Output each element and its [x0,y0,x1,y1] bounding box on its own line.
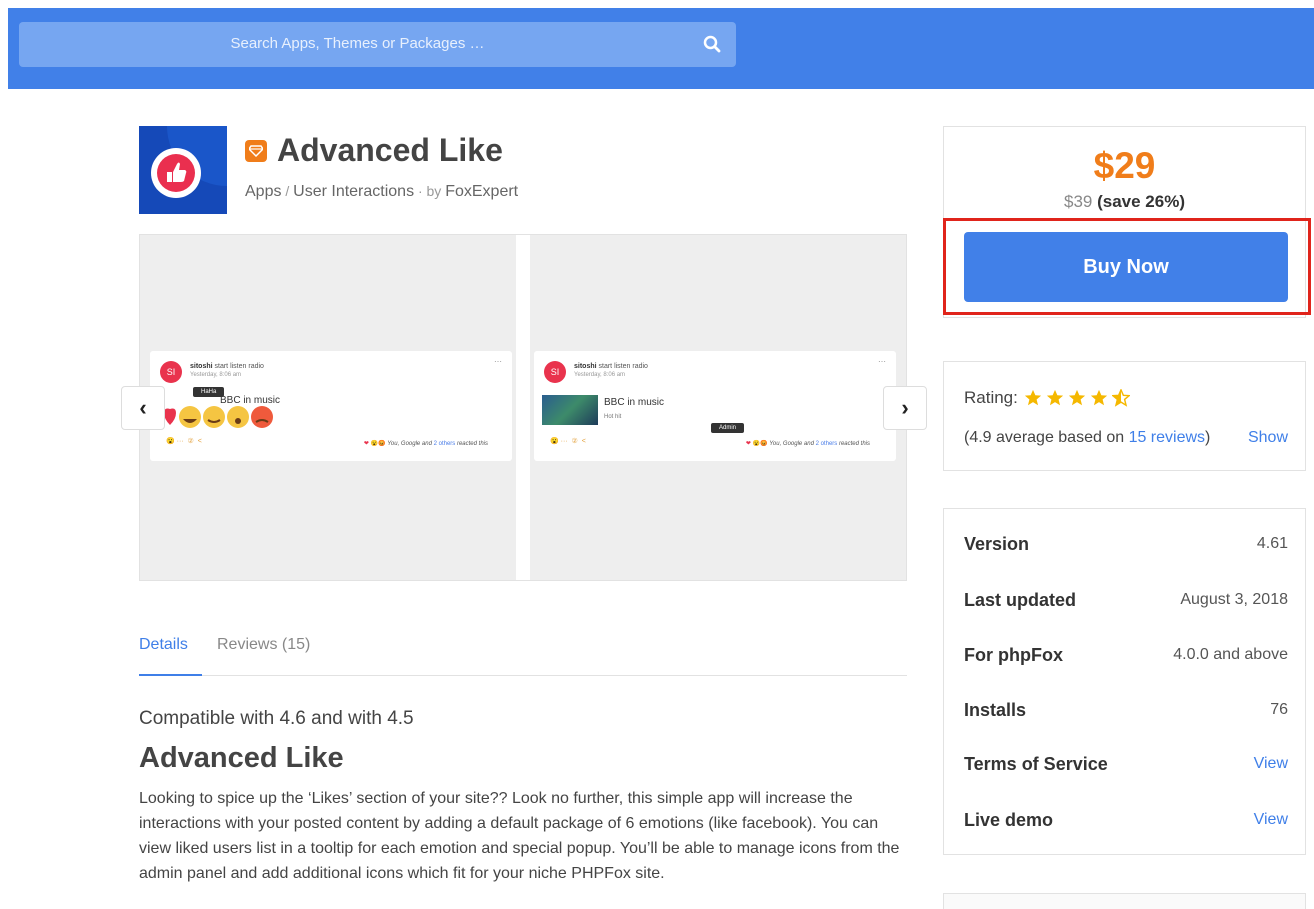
reacted-suffix: reacted this [838,441,870,447]
reacted-text: You, Google and [387,441,432,447]
preview-action: start listen radio [214,363,264,370]
reacted-link: 2 others [433,441,456,447]
info-value: 4.0.0 and above [1173,646,1288,663]
by-label: · by [414,183,446,199]
rating-box: Rating: (4.9 average based on 15 reviews… [943,361,1306,471]
author-link[interactable]: FoxExpert [445,183,518,200]
info-row-installs: Installs 76 [964,695,1288,725]
info-value: August 3, 2018 [1180,591,1288,608]
tab-details[interactable]: Details [139,636,202,676]
detail-tabs: Details Reviews (15) [139,636,907,676]
gallery-divider [516,235,530,580]
star-full-icon [1046,389,1063,406]
tab-reviews[interactable]: Reviews (15) [217,636,310,666]
breadcrumb-separator: / [281,183,294,199]
more-icon: ⋯ [494,357,502,366]
info-value: 76 [1270,701,1288,718]
thumbs-up-icon [139,126,227,214]
terms-view-link[interactable]: View [1254,755,1288,773]
like-action-icon: 😮 ··· ② < [166,438,202,445]
search-input[interactable]: Search Apps, Themes or Packages … [19,22,736,67]
live-demo-view-link[interactable]: View [1254,811,1288,829]
info-row-live-demo: Live demo View [964,805,1288,835]
preview-action: start listen radio [598,363,648,370]
rating-summary-suffix: ) [1205,429,1211,446]
preview-user: sitoshi [574,363,597,370]
info-key: Installs [964,699,1027,720]
info-key: Version [964,533,1030,554]
reacted-text: You, Google and [769,441,814,447]
page-title: Advanced Like [277,132,503,168]
info-row-last-updated: Last updated August 3, 2018 [964,585,1288,615]
top-bar: Search Apps, Themes or Packages … [8,8,1314,89]
info-row-phpfox: For phpFox 4.0.0 and above [964,640,1288,670]
old-price: $39 [1064,192,1093,211]
search-icon[interactable] [702,34,722,54]
info-key: Last updated [964,589,1077,610]
avatar: SI [544,361,566,383]
reaction-tooltip: Admin [711,423,745,433]
like-action-icon: 😮 ··· ② < [550,438,586,445]
show-ratings-link[interactable]: Show [1248,429,1288,447]
search-placeholder: Search Apps, Themes or Packages … [230,35,485,52]
gallery-next-button[interactable]: › [883,386,927,430]
more-icon: ⋯ [878,357,886,366]
star-half-icon [1111,389,1130,407]
rating-summary-prefix: (4.9 average based on [964,429,1129,446]
screenshot-gallery: SI sitoshi start listen radio Yesterday,… [121,234,927,581]
reacted-link: 2 others [815,441,838,447]
premium-badge-icon [245,139,267,162]
next-panel [943,893,1306,909]
description-body: Looking to spice up the ‘Likes’ section … [139,790,900,882]
description-heading: Advanced Like [139,742,344,774]
reviews-link[interactable]: 15 reviews [1129,429,1205,446]
app-header: Advanced Like Apps / User Interactions ·… [245,132,518,201]
buy-now-button[interactable]: Buy Now [964,232,1288,302]
star-full-icon [1090,389,1107,406]
info-row-terms: Terms of Service View [964,749,1288,779]
preview-post-title: BBC in music [604,397,665,408]
app-info-table: Version 4.61 Last updated August 3, 2018… [943,508,1306,855]
compatibility-note: Compatible with 4.6 and with 4.5 [139,708,414,729]
post-thumbnail [542,395,598,425]
current-price: $29 [1093,145,1156,186]
preview-time: Yesterday, 8:06 am [574,372,626,378]
preview-card: SI sitoshi start listen radio Yesterday,… [534,351,896,461]
screenshot-right[interactable]: SI sitoshi start listen radio Yesterday,… [530,235,906,580]
chevron-right-icon: › [901,395,909,420]
breadcrumb: Apps / User Interactions · by FoxExpert [245,183,518,201]
chevron-left-icon: ‹ [139,395,147,420]
star-full-icon [1068,389,1085,406]
breadcrumb-apps[interactable]: Apps [245,183,281,200]
rating-stars [1024,389,1134,407]
preview-time: Yesterday, 8:06 am [190,372,242,378]
info-row-version: Version 4.61 [964,529,1288,559]
gallery-prev-button[interactable]: ‹ [121,386,165,430]
avatar: SI [160,361,182,383]
screenshot-left[interactable]: SI sitoshi start listen radio Yesterday,… [140,235,516,580]
info-key: For phpFox [964,644,1063,665]
breadcrumb-category[interactable]: User Interactions [293,183,414,200]
app-logo [139,126,227,214]
preview-card: SI sitoshi start listen radio Yesterday,… [148,351,512,461]
reacted-suffix: reacted this [456,441,488,447]
rating-label: Rating: [964,388,1018,407]
save-badge: (save 26%) [1097,192,1185,211]
info-value: 4.61 [1256,535,1288,552]
star-full-icon [1024,389,1041,406]
preview-user: sitoshi [190,363,213,370]
info-key: Terms of Service [964,753,1108,774]
emoji-picker-icon [148,403,310,437]
preview-post-sub: Hot hit [604,414,622,420]
info-key: Live demo [964,809,1054,830]
